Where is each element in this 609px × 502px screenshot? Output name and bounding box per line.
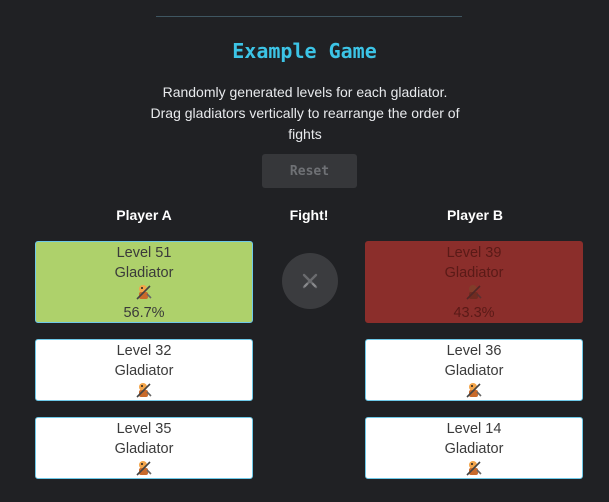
fight-heading: Fight! xyxy=(289,207,329,223)
win-probability: 56.7% xyxy=(123,305,165,321)
gladiator-icon xyxy=(366,381,582,401)
gladiator-icon xyxy=(36,283,252,303)
fight-button[interactable] xyxy=(282,253,338,309)
player-a-heading: Player A xyxy=(116,207,172,223)
gladiator-icon xyxy=(366,283,582,303)
player-b-gladiator-card-3[interactable]: Level 14 Gladiator xyxy=(365,417,583,479)
gladiator-level: Level 51 xyxy=(116,245,172,261)
top-divider xyxy=(156,16,462,17)
game-page: Example Game Randomly generated levels f… xyxy=(0,0,609,502)
gladiator-level: Level 35 xyxy=(116,421,172,437)
reset-button[interactable]: Reset xyxy=(262,154,357,188)
gladiator-level: Level 14 xyxy=(446,421,502,437)
gladiator-icon xyxy=(36,381,252,401)
gladiator-level: Level 32 xyxy=(116,343,172,359)
player-b-gladiator-card-1[interactable]: Level 39 Gladiator 43.3% xyxy=(365,241,583,323)
player-a-gladiator-card-3[interactable]: Level 35 Gladiator xyxy=(35,417,253,479)
gladiator-icon xyxy=(36,459,252,479)
game-description: Randomly generated levels for each gladi… xyxy=(150,84,460,142)
gladiator-name: Gladiator xyxy=(444,363,504,379)
gladiator-name: Gladiator xyxy=(114,265,174,281)
gladiator-name: Gladiator xyxy=(444,265,504,281)
gladiator-name: Gladiator xyxy=(114,363,174,379)
player-b-heading: Player B xyxy=(446,207,504,223)
gladiator-name: Gladiator xyxy=(444,441,504,457)
player-b-gladiator-card-2[interactable]: Level 36 Gladiator xyxy=(365,339,583,401)
gladiator-name: Gladiator xyxy=(114,441,174,457)
gladiator-level: Level 36 xyxy=(446,343,502,359)
gladiator-icon xyxy=(366,459,582,479)
player-a-gladiator-card-2[interactable]: Level 32 Gladiator xyxy=(35,339,253,401)
win-probability: 43.3% xyxy=(453,305,495,321)
gladiator-level: Level 39 xyxy=(446,245,502,261)
page-title: Example Game xyxy=(232,39,377,63)
player-a-gladiator-card-1[interactable]: Level 51 Gladiator 56.7% xyxy=(35,241,253,323)
